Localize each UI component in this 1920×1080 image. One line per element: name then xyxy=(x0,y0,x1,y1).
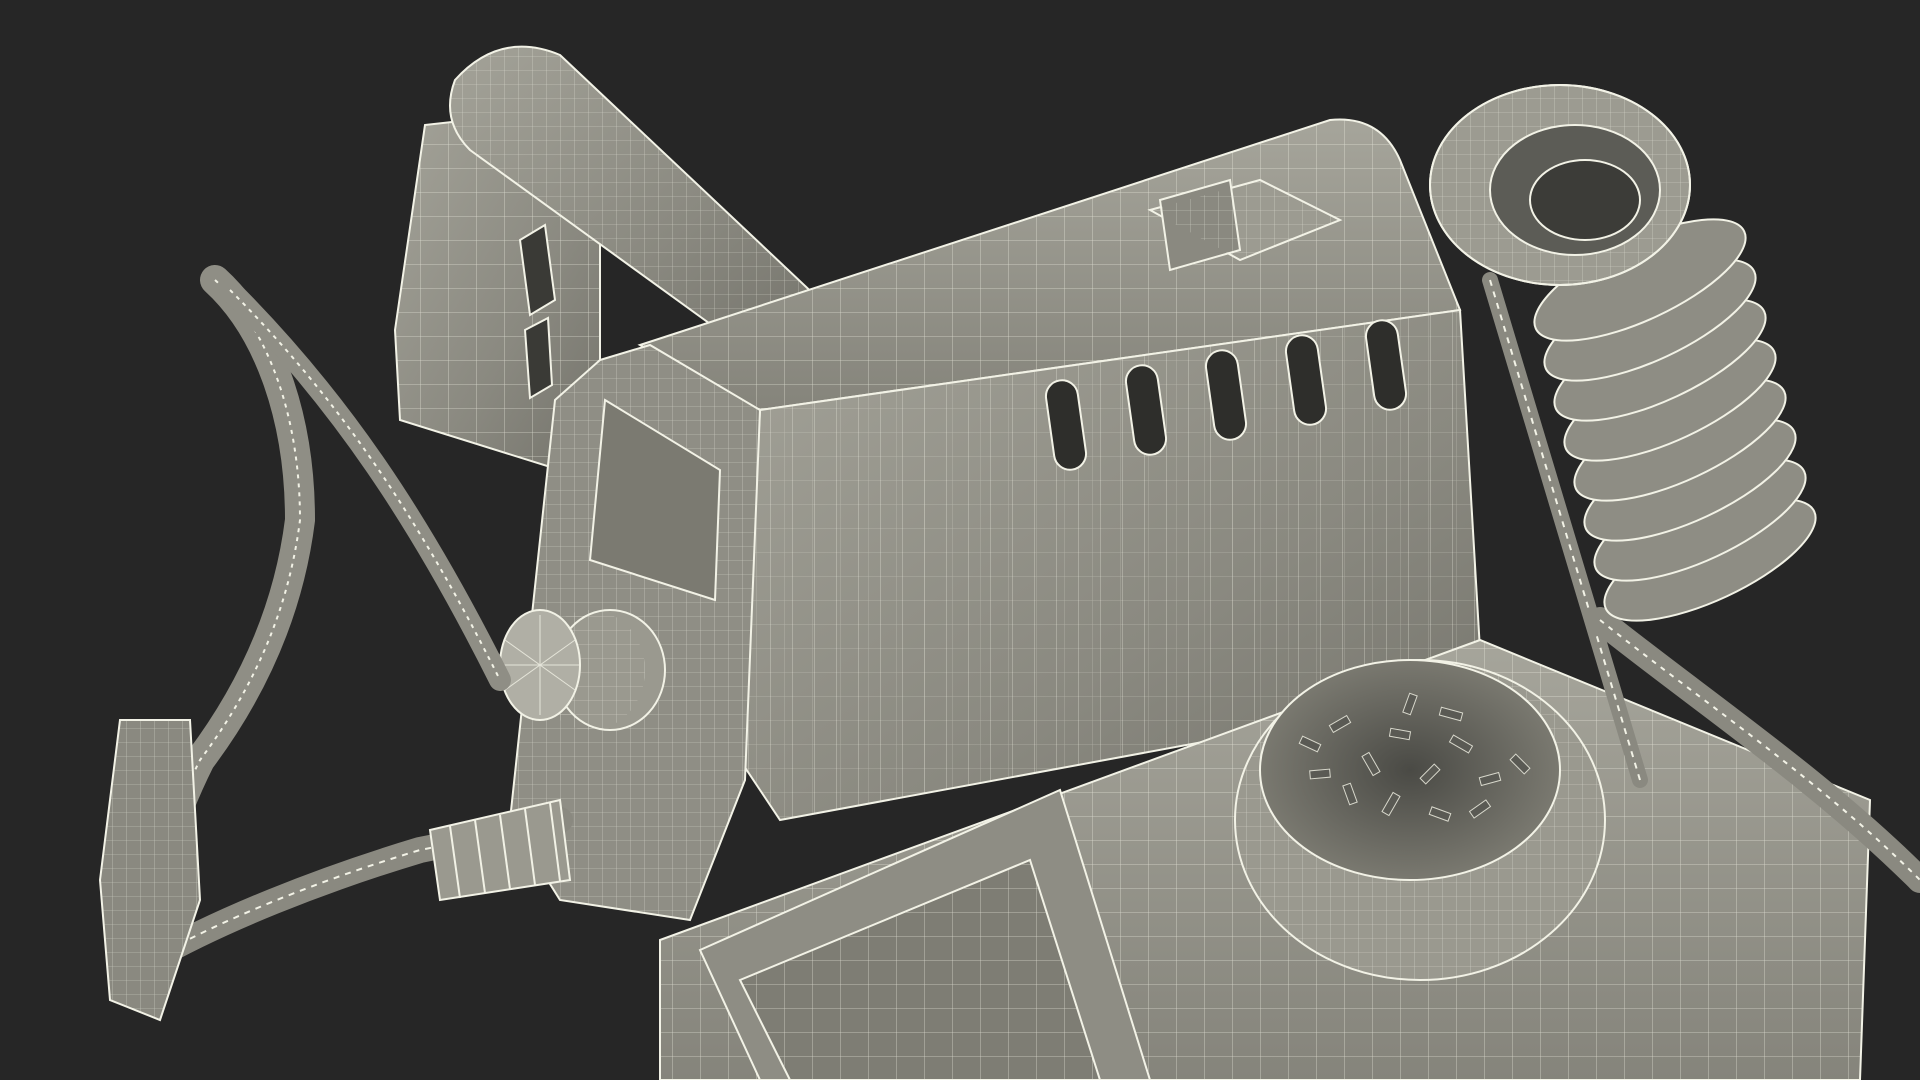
soldering-station-render xyxy=(98,45,1920,1080)
tip-cleaner-cup xyxy=(1234,659,1606,981)
temperature-knob xyxy=(499,609,666,731)
iron-holder-coil xyxy=(1429,84,1817,622)
render-viewport xyxy=(0,0,1920,1080)
iron-cable xyxy=(137,798,573,973)
